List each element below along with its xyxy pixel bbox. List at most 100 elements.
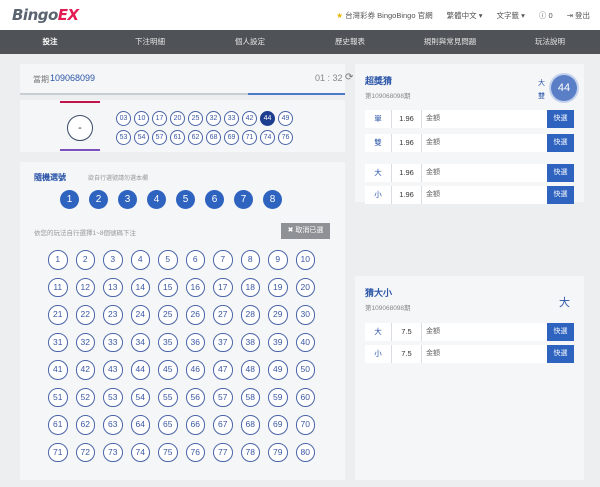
number-ball[interactable]: 16	[185, 277, 205, 297]
number-ball[interactable]: 57	[213, 387, 233, 407]
number-ball[interactable]: 21	[48, 305, 68, 325]
number-ball[interactable]: 9	[268, 250, 288, 270]
quick-select-button[interactable]: 快選	[547, 110, 574, 128]
number-ball[interactable]: 37	[213, 332, 233, 352]
number-ball[interactable]: 18	[240, 277, 260, 297]
number-ball[interactable]: 4	[130, 250, 150, 270]
number-ball[interactable]: 77	[213, 442, 233, 462]
number-ball[interactable]: 36	[185, 332, 205, 352]
quick-select-button[interactable]: 快選	[547, 323, 574, 341]
number-ball[interactable]: 19	[268, 277, 288, 297]
quick-select-button[interactable]: 快選	[547, 186, 574, 204]
number-ball[interactable]: 75	[158, 442, 178, 462]
nav-tab-bet-details[interactable]: 下注明細	[100, 30, 200, 54]
number-ball[interactable]: 43	[103, 360, 123, 380]
number-ball[interactable]: 80	[295, 442, 315, 462]
nav-tab-rules[interactable]: 規則與常見問題	[400, 30, 500, 54]
number-ball[interactable]: 5	[158, 250, 178, 270]
number-ball[interactable]: 26	[185, 305, 205, 325]
number-ball[interactable]: 72	[75, 442, 95, 462]
bet-amount-input[interactable]: 金額	[422, 164, 547, 182]
nav-tab-settings[interactable]: 個人設定	[200, 30, 300, 54]
number-ball[interactable]: 35	[158, 332, 178, 352]
number-ball[interactable]: 27	[213, 305, 233, 325]
quick-pick-ball[interactable]: 3	[118, 190, 137, 209]
number-ball[interactable]: 64	[130, 415, 150, 435]
number-ball[interactable]: 51	[48, 387, 68, 407]
number-ball[interactable]: 32	[75, 332, 95, 352]
number-ball[interactable]: 60	[295, 387, 315, 407]
quick-pick-ball[interactable]: 4	[147, 190, 166, 209]
bet-amount-input[interactable]: 金額	[422, 110, 547, 128]
number-ball[interactable]: 65	[158, 415, 178, 435]
font-size-select[interactable]: 文字籤 ▾	[496, 10, 524, 21]
official-site-link[interactable]: ★ 台灣彩券 BingoBingo 官網	[336, 10, 432, 21]
logout-link[interactable]: ⇥ 登出	[567, 10, 590, 21]
number-ball[interactable]: 44	[130, 360, 150, 380]
nav-tab-bet[interactable]: 投注	[0, 30, 100, 54]
number-ball[interactable]: 30	[295, 305, 315, 325]
number-ball[interactable]: 34	[130, 332, 150, 352]
number-ball[interactable]: 31	[48, 332, 68, 352]
cancel-selection-button[interactable]: ✖ 取消已選	[281, 223, 330, 239]
number-ball[interactable]: 10	[295, 250, 315, 270]
number-ball[interactable]: 73	[103, 442, 123, 462]
number-ball[interactable]: 7	[213, 250, 233, 270]
quick-pick-ball[interactable]: 6	[205, 190, 224, 209]
refresh-icon[interactable]: ⟳	[345, 72, 353, 83]
number-ball[interactable]: 53	[103, 387, 123, 407]
number-ball[interactable]: 2	[75, 250, 95, 270]
number-ball[interactable]: 41	[48, 360, 68, 380]
number-ball[interactable]: 59	[268, 387, 288, 407]
number-ball[interactable]: 11	[48, 277, 68, 297]
language-select[interactable]: 繁體中文 ▾	[447, 10, 483, 21]
number-ball[interactable]: 22	[75, 305, 95, 325]
number-ball[interactable]: 47	[213, 360, 233, 380]
number-ball[interactable]: 25	[158, 305, 178, 325]
number-ball[interactable]: 49	[268, 360, 288, 380]
number-ball[interactable]: 71	[48, 442, 68, 462]
number-ball[interactable]: 17	[213, 277, 233, 297]
bet-amount-input[interactable]: 金額	[422, 323, 547, 341]
quick-pick-ball[interactable]: 2	[89, 190, 108, 209]
number-ball[interactable]: 66	[185, 415, 205, 435]
number-ball[interactable]: 12	[75, 277, 95, 297]
quick-pick-ball[interactable]: 1	[60, 190, 79, 209]
number-ball[interactable]: 62	[75, 415, 95, 435]
number-ball[interactable]: 24	[130, 305, 150, 325]
number-ball[interactable]: 63	[103, 415, 123, 435]
nav-tab-howto[interactable]: 玩法說明	[500, 30, 600, 54]
number-ball[interactable]: 23	[103, 305, 123, 325]
number-ball[interactable]: 13	[103, 277, 123, 297]
quick-pick-ball[interactable]: 7	[234, 190, 253, 209]
quick-select-button[interactable]: 快選	[547, 345, 574, 363]
bet-amount-input[interactable]: 金額	[422, 134, 547, 152]
number-ball[interactable]: 76	[185, 442, 205, 462]
number-ball[interactable]: 68	[240, 415, 260, 435]
quick-pick-ball[interactable]: 8	[263, 190, 282, 209]
number-ball[interactable]: 74	[130, 442, 150, 462]
number-ball[interactable]: 45	[158, 360, 178, 380]
number-ball[interactable]: 48	[240, 360, 260, 380]
number-ball[interactable]: 61	[48, 415, 68, 435]
number-ball[interactable]: 50	[295, 360, 315, 380]
number-ball[interactable]: 52	[75, 387, 95, 407]
number-ball[interactable]: 69	[268, 415, 288, 435]
bet-amount-input[interactable]: 金額	[422, 345, 547, 363]
number-ball[interactable]: 15	[158, 277, 178, 297]
bet-amount-input[interactable]: 金額	[422, 186, 547, 204]
number-ball[interactable]: 54	[130, 387, 150, 407]
number-ball[interactable]: 78	[240, 442, 260, 462]
number-ball[interactable]: 33	[103, 332, 123, 352]
quick-pick-ball[interactable]: 5	[176, 190, 195, 209]
number-ball[interactable]: 55	[158, 387, 178, 407]
number-ball[interactable]: 58	[240, 387, 260, 407]
number-ball[interactable]: 42	[75, 360, 95, 380]
number-ball[interactable]: 67	[213, 415, 233, 435]
number-ball[interactable]: 20	[295, 277, 315, 297]
number-ball[interactable]: 39	[268, 332, 288, 352]
number-ball[interactable]: 14	[130, 277, 150, 297]
number-ball[interactable]: 46	[185, 360, 205, 380]
number-ball[interactable]: 79	[268, 442, 288, 462]
number-ball[interactable]: 8	[240, 250, 260, 270]
